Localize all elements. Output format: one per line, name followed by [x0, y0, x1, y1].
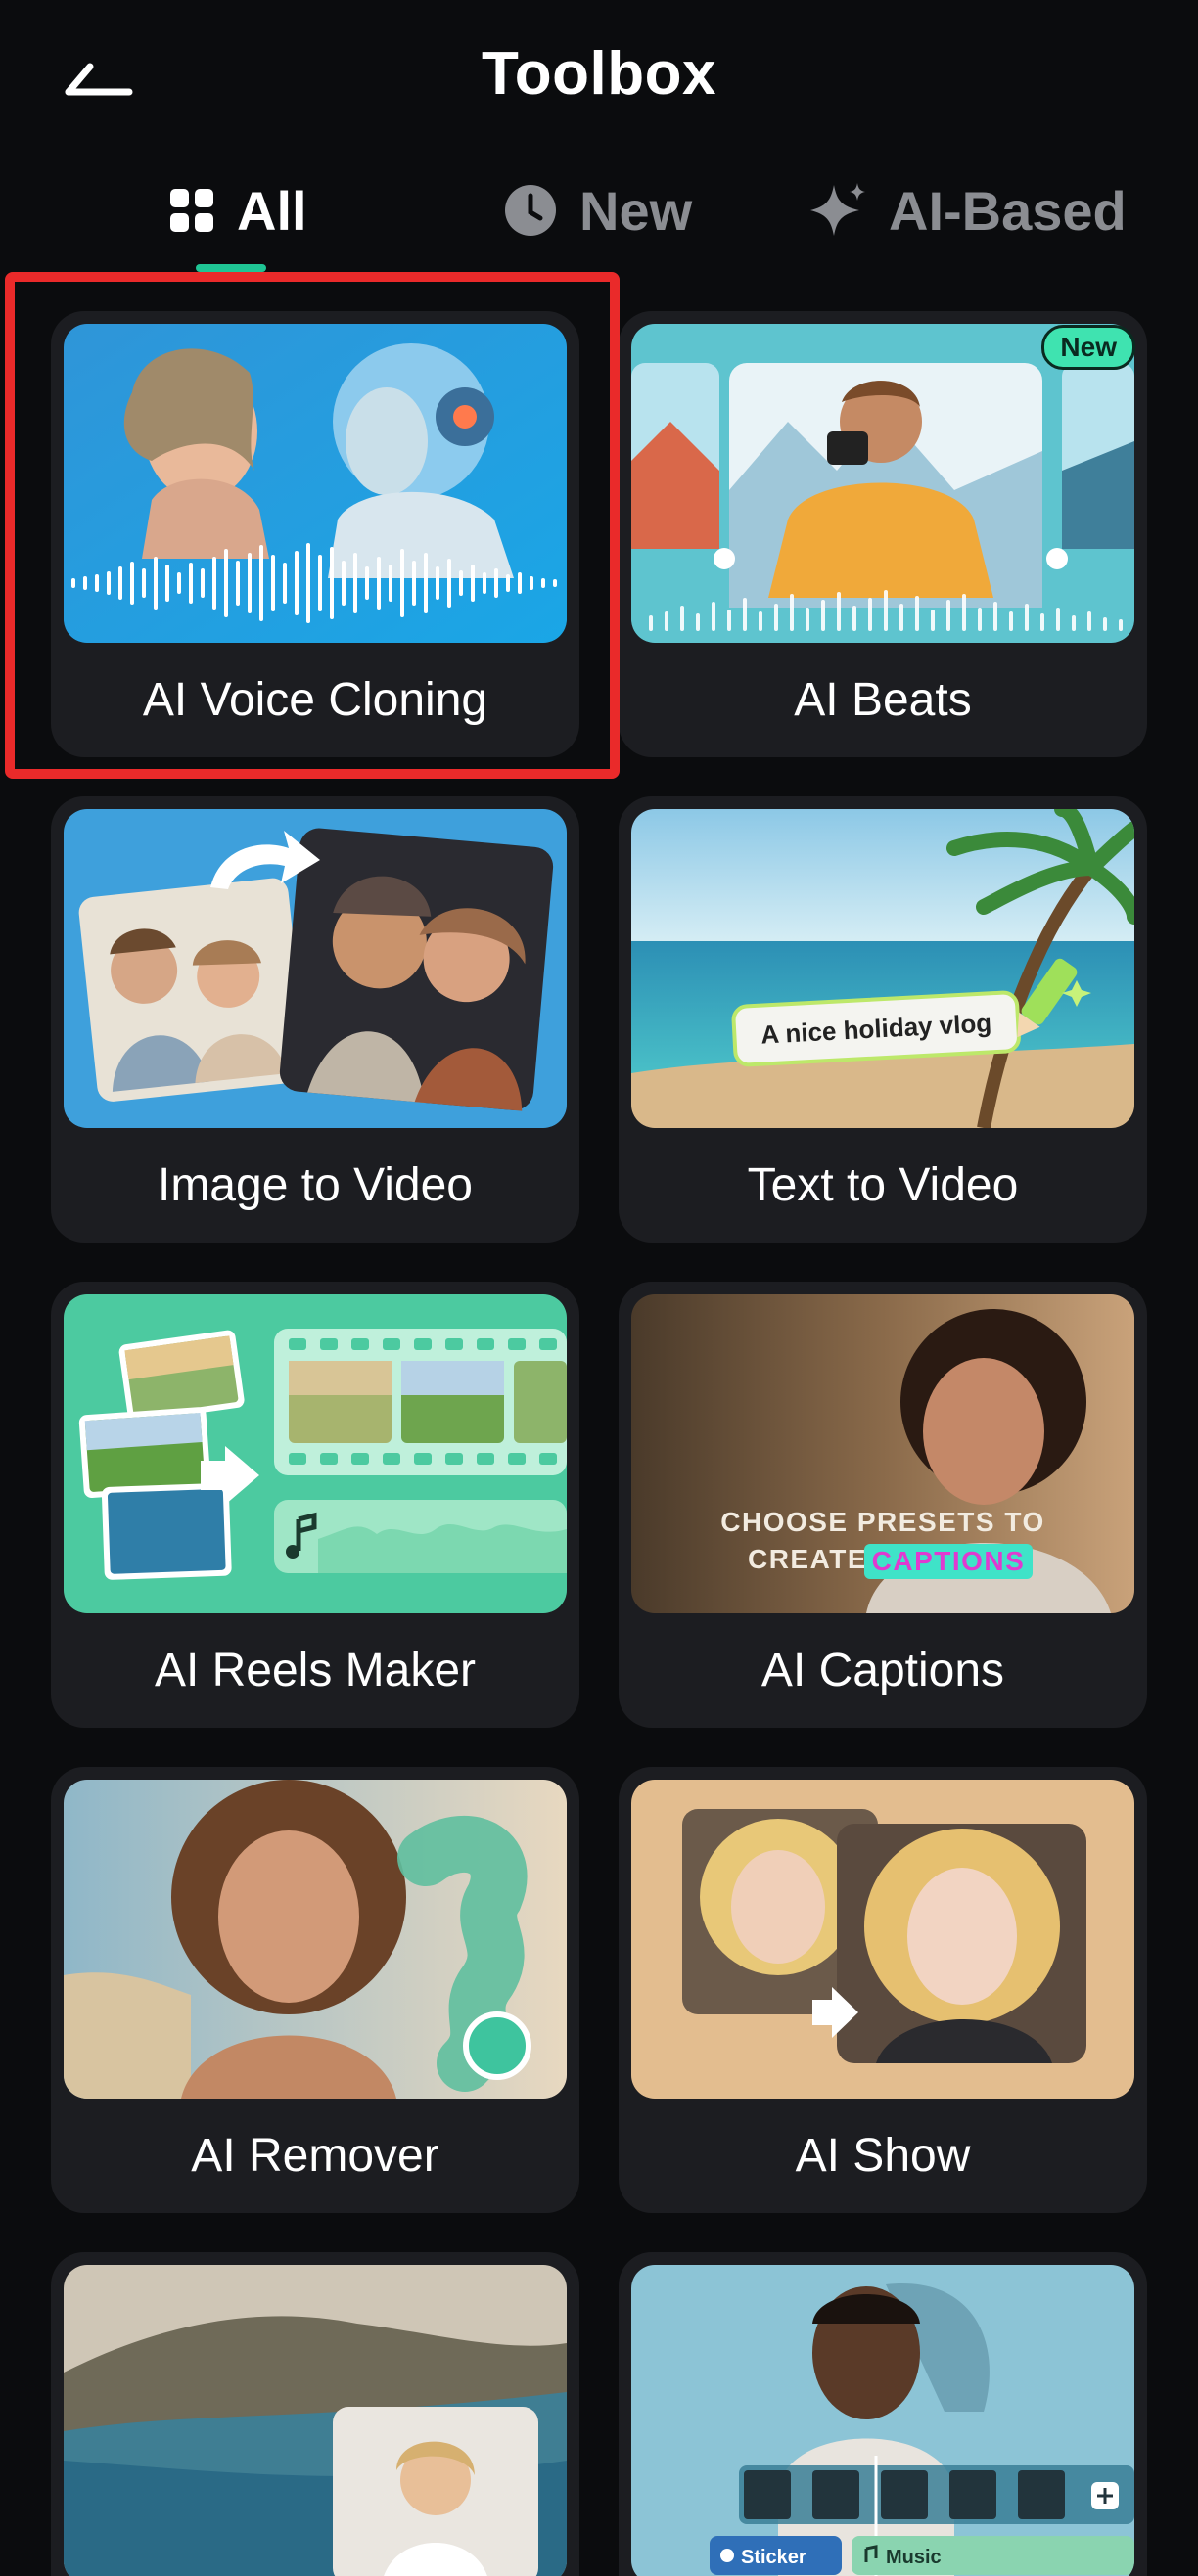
header: Toolbox	[0, 0, 1198, 147]
tool-label: AI Captions	[760, 1645, 1005, 1696]
ai-show-thumbnail	[631, 1780, 1134, 2099]
tab-ai-based-label: AI-Based	[889, 179, 1127, 242]
image-to-video-thumbnail	[64, 809, 567, 1128]
tool-label: Image to Video	[157, 1159, 473, 1211]
tool-label: AI Show	[795, 2130, 971, 2182]
tool-card-partial-1[interactable]	[51, 2252, 579, 2576]
tab-bar: All New AI-Based	[0, 166, 1198, 254]
ai-remover-thumbnail	[64, 1780, 567, 2099]
tab-ai-based[interactable]: AI-Based	[808, 166, 1127, 254]
ai-voice-cloning-thumbnail	[64, 324, 567, 643]
page-title: Toolbox	[482, 40, 716, 108]
tool-label: AI Beats	[794, 674, 972, 726]
sticker-chip-label: Sticker	[741, 2547, 806, 2568]
new-badge: New	[1041, 325, 1135, 370]
tab-new-label: New	[579, 179, 693, 242]
tool-card-ai-voice-cloning[interactable]: AI Voice Cloning	[51, 311, 579, 757]
sparkle-icon	[810, 183, 865, 236]
tab-all[interactable]: All	[168, 166, 307, 254]
tool-card-ai-show[interactable]: AI Show	[619, 1767, 1147, 2213]
music-chip-label: Music	[886, 2547, 942, 2568]
tool-card-image-to-video[interactable]: Image to Video	[51, 796, 579, 1243]
tool-card-ai-beats[interactable]: New AI Beats	[619, 311, 1147, 757]
tool-label: AI Voice Cloning	[142, 674, 488, 726]
tool-label: AI Reels Maker	[154, 1645, 477, 1696]
caption-line-1: CHOOSE PRESETS TO	[720, 1507, 1045, 1537]
tool-card-ai-captions[interactable]: CHOOSE PRESETS TO CREATE CAPTIONS AI Cap…	[619, 1282, 1147, 1728]
ai-reels-maker-thumbnail	[64, 1294, 567, 1613]
caption-line-2: CREATE	[748, 1544, 867, 1574]
tab-new[interactable]: New	[503, 166, 692, 254]
tool-label: AI Remover	[191, 2130, 439, 2182]
tool-card-partial-2[interactable]: Sticker Music	[619, 2252, 1147, 2576]
portrait-editor-thumbnail: Sticker Music	[631, 2265, 1134, 2576]
clock-icon	[505, 185, 556, 236]
text-to-video-thumbnail: A nice holiday vlog	[631, 809, 1134, 1128]
tool-card-ai-remover[interactable]: AI Remover	[51, 1767, 579, 2213]
ai-captions-thumbnail: CHOOSE PRESETS TO CREATE CAPTIONS	[631, 1294, 1134, 1613]
tab-all-label: All	[237, 179, 307, 242]
tool-label: Text to Video	[747, 1159, 1019, 1211]
ai-beats-thumbnail	[631, 324, 1134, 643]
caption-highlight: CAPTIONS	[872, 1546, 1026, 1576]
active-tab-indicator	[196, 264, 266, 272]
grid-icon	[170, 189, 213, 232]
tool-card-text-to-video[interactable]: A nice holiday vlog Text to Video	[619, 796, 1147, 1243]
landscape-thumbnail	[64, 2265, 567, 2576]
tool-card-ai-reels-maker[interactable]: AI Reels Maker	[51, 1282, 579, 1728]
